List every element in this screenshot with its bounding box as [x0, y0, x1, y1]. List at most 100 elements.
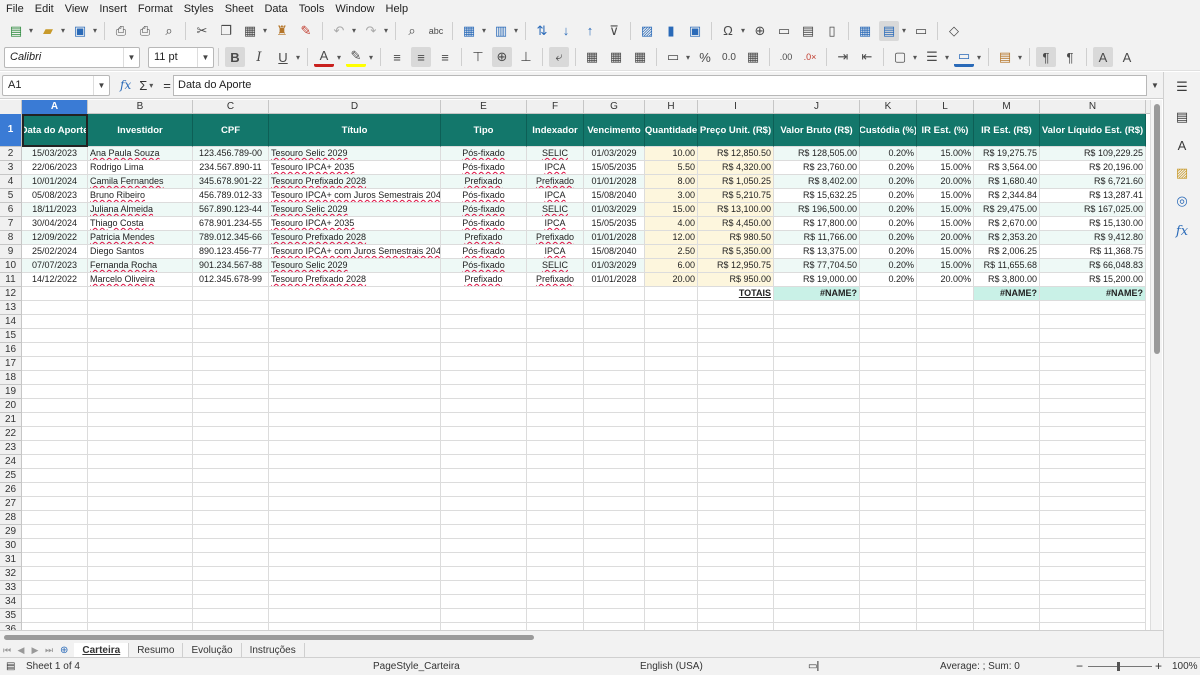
cell[interactable]	[917, 483, 974, 497]
formula-input[interactable]: Data do Aporte	[173, 75, 1147, 96]
cell[interactable]	[584, 315, 645, 329]
cell[interactable]	[774, 511, 860, 525]
redo-dropdown-icon[interactable]: ▾	[382, 21, 390, 41]
column-header[interactable]: N	[1040, 100, 1146, 114]
currency-dropdown-icon[interactable]: ▾	[684, 47, 692, 67]
cell[interactable]	[698, 427, 774, 441]
cell[interactable]: IPCA	[527, 189, 584, 203]
cell[interactable]	[193, 357, 269, 371]
cell[interactable]: 12.00	[645, 231, 698, 245]
cell[interactable]	[88, 413, 193, 427]
text-direction-vertical-icon[interactable]: A	[1117, 47, 1137, 67]
cell[interactable]	[584, 427, 645, 441]
column-header[interactable]: B	[88, 100, 193, 114]
cell[interactable]	[1040, 623, 1146, 630]
new-dropdown-icon[interactable]: ▾	[27, 21, 35, 41]
cell[interactable]	[441, 357, 527, 371]
pivot-table-icon[interactable]: ▣	[685, 21, 705, 41]
cell[interactable]	[860, 287, 917, 301]
cell[interactable]: Rodrigo Lima	[88, 161, 193, 175]
cell[interactable]	[698, 609, 774, 623]
cell[interactable]	[527, 455, 584, 469]
menu-view[interactable]: View	[65, 3, 89, 15]
column-header[interactable]: K	[860, 100, 917, 114]
cell[interactable]	[974, 329, 1040, 343]
cell[interactable]	[860, 539, 917, 553]
increase-indent-icon[interactable]: ⇥	[833, 47, 853, 67]
prev-sheet-icon[interactable]: ◀	[14, 645, 28, 656]
cell[interactable]	[22, 581, 88, 595]
bold-icon[interactable]: B	[225, 47, 245, 67]
cell[interactable]: R$ 4,450.00	[698, 217, 774, 231]
cell[interactable]: R$ 2,670.00	[974, 217, 1040, 231]
cell[interactable]: 10.00	[645, 147, 698, 161]
column-header[interactable]: M	[974, 100, 1040, 114]
cell[interactable]: R$ 19,000.00	[774, 273, 860, 287]
cell[interactable]	[441, 469, 527, 483]
cell[interactable]: Tesouro Selic 2029	[269, 259, 441, 273]
cell[interactable]	[584, 511, 645, 525]
add-decimal-icon[interactable]: .00	[776, 47, 796, 67]
cell[interactable]	[1040, 455, 1146, 469]
cell[interactable]	[917, 469, 974, 483]
cell[interactable]: 01/03/2029	[584, 147, 645, 161]
cell[interactable]	[441, 525, 527, 539]
copy-icon[interactable]: ❐	[216, 21, 236, 41]
cell[interactable]	[917, 385, 974, 399]
formula-icon[interactable]: =	[163, 78, 171, 93]
cell[interactable]	[1040, 329, 1146, 343]
cell[interactable]	[917, 343, 974, 357]
selection-mode-icon[interactable]: ▭⎸	[808, 661, 827, 672]
row-header[interactable]: 25	[0, 469, 22, 483]
cell[interactable]	[584, 301, 645, 315]
cell[interactable]	[774, 553, 860, 567]
cell[interactable]: 01/03/2029	[584, 259, 645, 273]
row-header[interactable]: 3	[0, 161, 22, 175]
cell[interactable]: 0.20%	[860, 203, 917, 217]
column-header[interactable]: G	[584, 100, 645, 114]
cell[interactable]	[269, 329, 441, 343]
cell[interactable]: Diego Santos	[88, 245, 193, 259]
undo-dropdown-icon[interactable]: ▾	[350, 21, 358, 41]
cell[interactable]	[527, 581, 584, 595]
cell[interactable]: R$ 13,287.41	[1040, 189, 1146, 203]
cell[interactable]	[527, 427, 584, 441]
cell[interactable]: 15/05/2035	[584, 217, 645, 231]
cell[interactable]	[193, 483, 269, 497]
cell[interactable]	[774, 315, 860, 329]
properties-icon[interactable]: ▤	[1173, 108, 1191, 126]
border-color-dropdown-icon[interactable]: ▾	[975, 47, 983, 67]
align-top-icon[interactable]: ⊤	[468, 47, 488, 67]
cell[interactable]: Bruno Ribeiro	[88, 189, 193, 203]
cell[interactable]: Pós-fixado	[441, 245, 527, 259]
cell[interactable]	[698, 343, 774, 357]
paste-dropdown-icon[interactable]: ▾	[261, 21, 269, 41]
cell[interactable]	[441, 581, 527, 595]
cell[interactable]	[441, 553, 527, 567]
column-dropdown-icon[interactable]: ▾	[512, 21, 520, 41]
cell[interactable]	[1040, 371, 1146, 385]
row-header[interactable]: 22	[0, 427, 22, 441]
cell[interactable]	[269, 595, 441, 609]
cell-area[interactable]: Data do Aporte Investidor CPF Título Tipo Ind…	[22, 114, 1150, 630]
cell[interactable]	[1040, 469, 1146, 483]
sheet-tab[interactable]: Evolução	[183, 643, 242, 658]
zoom-level[interactable]: 100%	[1172, 661, 1198, 672]
cell[interactable]: 15.00%	[917, 259, 974, 273]
cell[interactable]: R$ 980.50	[698, 231, 774, 245]
cell[interactable]	[774, 595, 860, 609]
cell[interactable]	[22, 287, 88, 301]
cell[interactable]	[860, 441, 917, 455]
cell[interactable]	[22, 497, 88, 511]
redo-icon[interactable]: ↷	[361, 21, 381, 41]
cell[interactable]	[860, 399, 917, 413]
menu-sheet[interactable]: Sheet	[225, 3, 254, 15]
cell[interactable]	[698, 371, 774, 385]
cell[interactable]: Pós-fixado	[441, 147, 527, 161]
cell[interactable]	[774, 483, 860, 497]
menu-tools[interactable]: Tools	[299, 3, 325, 15]
column-header[interactable]: C	[193, 100, 269, 114]
cell[interactable]	[645, 623, 698, 630]
cell[interactable]	[698, 315, 774, 329]
cell[interactable]	[645, 567, 698, 581]
